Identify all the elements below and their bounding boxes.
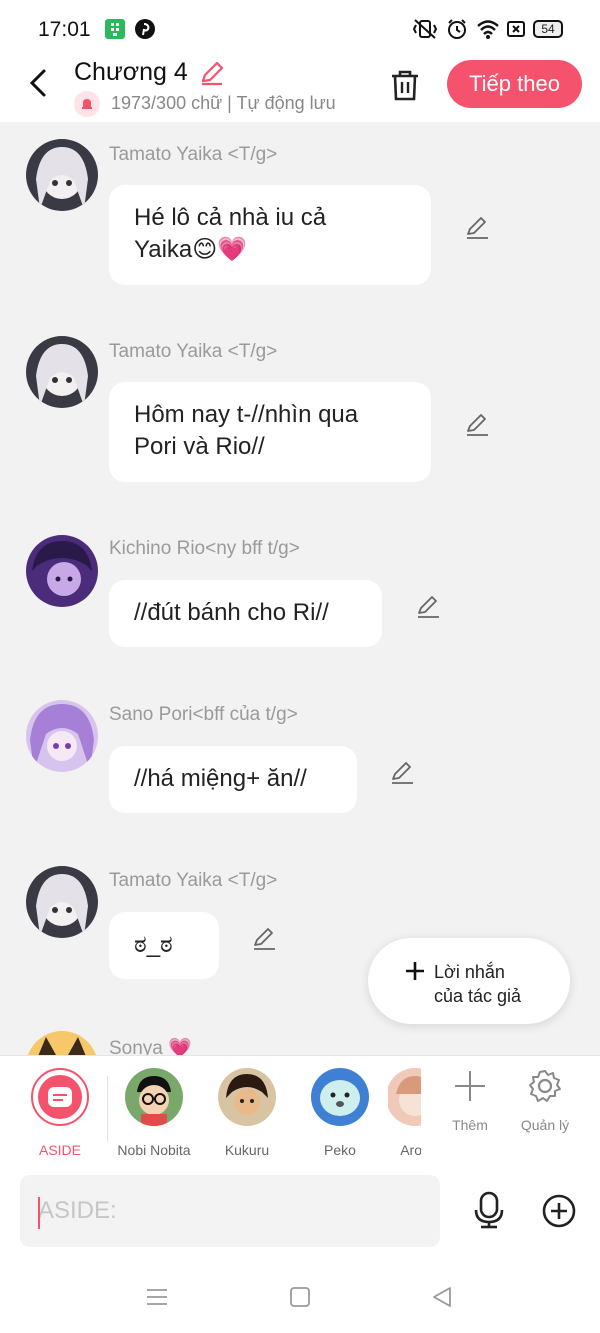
plus-icon	[455, 1071, 485, 1101]
author-note-line: của tác giả	[434, 986, 522, 1006]
add-character-button[interactable]: Thêm	[435, 1068, 505, 1133]
message-sender: Sonya 💗	[109, 1038, 192, 1055]
character-label: Peko	[324, 1142, 356, 1158]
message-bubble[interactable]: Hé lô cả nhà iu cả Yaika😊💗	[109, 185, 431, 285]
word-count: 1973/300 chữ	[111, 92, 223, 113]
edit-message-icon[interactable]	[388, 758, 416, 786]
message-line: Hé lô cả nhà iu cả	[134, 204, 327, 231]
autosave-status: Tự động lưu	[236, 92, 336, 113]
avatar[interactable]	[26, 1031, 98, 1055]
manage-characters-button[interactable]: Quản lý	[510, 1068, 580, 1133]
message-sender: Tamato Yaika <T/g>	[109, 870, 278, 891]
gear-icon	[529, 1070, 561, 1102]
chat-area[interactable]: Tamato Yaika <T/g> Hé lô cả nhà iu cả Ya…	[0, 122, 600, 1055]
avatar[interactable]	[26, 700, 98, 772]
edit-message-icon[interactable]	[250, 924, 278, 952]
vibrate-icon	[412, 19, 438, 39]
battery-icon: 54	[533, 20, 563, 38]
message-line: //đút bánh cho Ri//	[134, 599, 329, 626]
aside-avatar	[31, 1068, 89, 1126]
separator: |	[227, 92, 237, 113]
home-icon[interactable]	[288, 1285, 312, 1309]
author-note-line: Lời nhắn	[434, 962, 505, 982]
back-icon[interactable]	[430, 1285, 454, 1309]
avatar	[125, 1068, 183, 1126]
message-sender: Tamato Yaika <T/g>	[109, 144, 278, 165]
character-kukuru[interactable]: Kukuru	[202, 1068, 292, 1158]
character-peko[interactable]: Peko	[295, 1068, 385, 1158]
character-label: Nobi Nobita	[117, 1142, 191, 1158]
trash-icon[interactable]	[386, 66, 424, 104]
sim-icon	[507, 21, 525, 37]
message-line: //há miệng+ ăn//	[134, 765, 307, 792]
character-aside[interactable]: ASIDE	[15, 1068, 105, 1158]
message-line: Hôm nay t-//nhìn qua	[134, 401, 359, 428]
word-count-line: 1973/300 chữ | Tự động lưu	[74, 91, 336, 117]
navigation-bar	[0, 1265, 600, 1333]
manage-label: Quản lý	[520, 1117, 570, 1133]
character-label: ASIDE	[38, 1142, 81, 1158]
wifi-icon	[477, 20, 499, 39]
input-row	[0, 1165, 600, 1265]
message-sender: Sano Pori<bff của t/g>	[109, 704, 298, 725]
message-bubble[interactable]: //đút bánh cho Ri//	[109, 580, 382, 647]
character-label: Aron	[400, 1142, 421, 1158]
message-sender: Kichino Rio<ny bff t/g>	[109, 538, 300, 559]
avatar	[311, 1068, 369, 1126]
divider	[107, 1076, 108, 1142]
edit-message-icon[interactable]	[463, 410, 491, 438]
character-aron-clip: Aron	[388, 1056, 421, 1166]
menu-icon[interactable]	[145, 1285, 169, 1309]
status-time: 17:01	[38, 18, 91, 41]
microphone-icon[interactable]	[471, 1190, 507, 1230]
chapter-title[interactable]: Chương 4	[74, 58, 188, 87]
avatar	[388, 1068, 421, 1126]
avatar	[218, 1068, 276, 1126]
character-nobi-nobita[interactable]: Nobi Nobita	[109, 1068, 199, 1158]
text-caret	[38, 1197, 40, 1229]
author-note-button[interactable]: Lời nhắn của tác giả	[368, 938, 570, 1024]
avatar[interactable]	[26, 866, 98, 938]
avatar[interactable]	[26, 336, 98, 408]
header: Chương 4 1973/300 chữ | Tự động lưu Tiếp…	[0, 58, 600, 122]
message-bubble[interactable]: ಠ_ಠ	[109, 912, 219, 979]
chapter-title-block: Chương 4	[74, 58, 226, 87]
message-bubble[interactable]: //há miệng+ ăn//	[109, 746, 357, 813]
edit-message-icon[interactable]	[463, 213, 491, 241]
edit-title-icon[interactable]	[198, 59, 226, 87]
avatar[interactable]	[26, 535, 98, 607]
message-input[interactable]	[20, 1175, 440, 1247]
chat-bubble-icon	[48, 1087, 72, 1107]
message-sender: Tamato Yaika <T/g>	[109, 341, 278, 362]
add-label: Thêm	[452, 1117, 488, 1133]
message-bubble[interactable]: Hôm nay t-//nhìn qua Pori và Rio//	[109, 382, 431, 482]
character-label: Kukuru	[224, 1142, 270, 1158]
message-line: ಠ_ಠ	[134, 931, 173, 958]
battery-level: 54	[541, 22, 555, 36]
add-circle-icon[interactable]	[541, 1193, 577, 1229]
message-line: Pori và Rio//	[134, 433, 265, 460]
pinterest-icon	[135, 19, 155, 39]
character-bar: ASIDE Nobi Nobita Kukuru Peko Aro Thêm Q…	[0, 1055, 600, 1165]
author-note-label: Lời nhắn của tác giả	[434, 960, 521, 1008]
status-bar: 17:01 54	[0, 0, 600, 58]
alarm-icon	[448, 19, 466, 39]
message-line: Yaika😊💗	[134, 236, 248, 263]
plus-icon	[406, 962, 424, 980]
next-button[interactable]: Tiếp theo	[447, 60, 582, 108]
character-aron[interactable]: Aron	[388, 1068, 421, 1158]
avatar[interactable]	[26, 139, 98, 211]
edit-message-icon[interactable]	[414, 592, 442, 620]
back-arrow-icon[interactable]	[22, 66, 56, 100]
app-notification-icon	[105, 19, 125, 39]
bell-icon	[74, 91, 100, 117]
